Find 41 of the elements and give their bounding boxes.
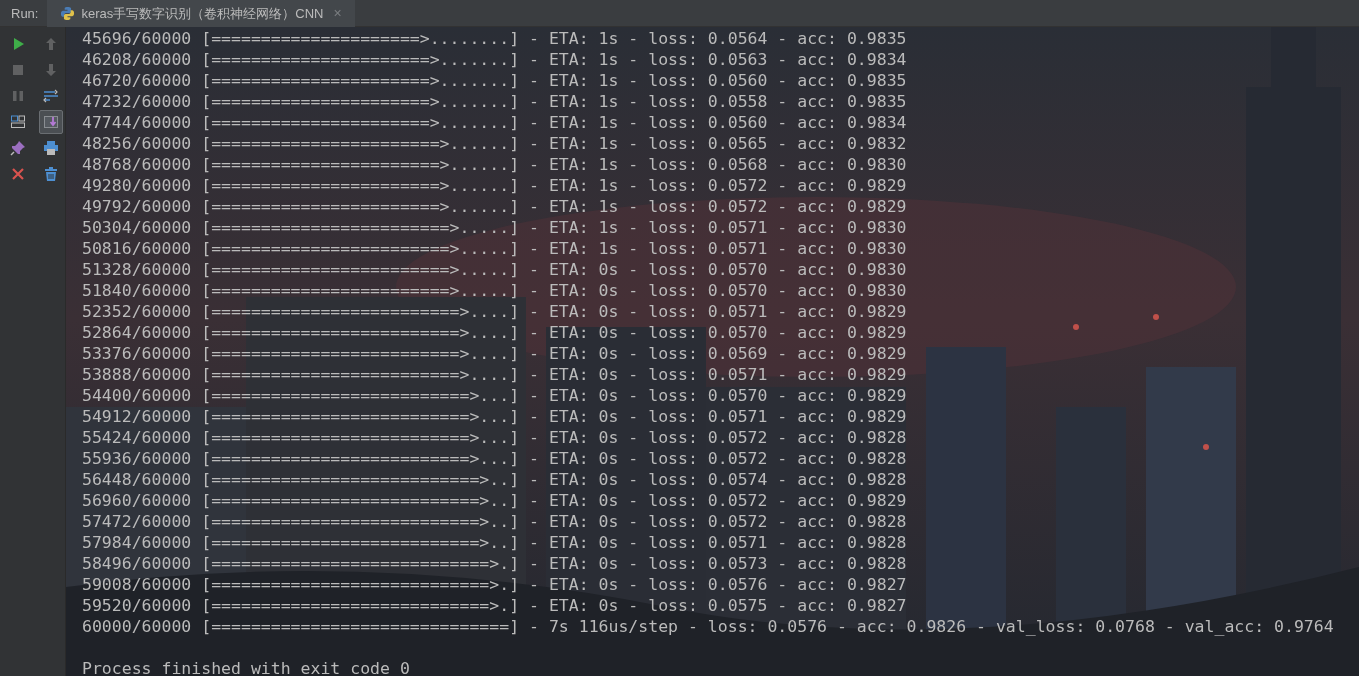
layout-icon[interactable] [10, 114, 26, 130]
console-line: 58496/60000 [============================>.] - ETA: 0s - loss: 0.0573 - acc: 0.9828 [82, 553, 907, 574]
console-line: 52864/60000 [=========================>....] - ETA: 0s - loss: 0.0570 - acc: 0.9829 [82, 322, 907, 343]
console-line: 55936/60000 [==========================>...] - ETA: 0s - loss: 0.0572 - acc: 0.9828 [82, 448, 907, 469]
panel-label: Run: [10, 5, 40, 23]
console-line: 47232/60000 [======================>.......] - ETA: 1s - loss: 0.0558 - acc: 0.9835 [82, 91, 907, 112]
console-line: 48768/60000 [=======================>......] - ETA: 1s - loss: 0.0568 - acc: 0.9830 [82, 154, 907, 175]
exit-message: Process finished with exit code 0 [82, 658, 410, 676]
console-line: 45696/60000 [=====================>........] - ETA: 1s - loss: 0.0564 - acc: 0.9835 [82, 28, 907, 49]
console-line: 59520/60000 [============================>.] - ETA: 0s - loss: 0.0575 - acc: 0.9827 [82, 595, 907, 616]
console-line: 48256/60000 [=======================>......] - ETA: 1s - loss: 0.0565 - acc: 0.9832 [82, 133, 907, 154]
console-line: 51840/60000 [========================>.....] - ETA: 0s - loss: 0.0570 - acc: 0.9830 [82, 280, 907, 301]
console-line: 56960/60000 [===========================>..] - ETA: 0s - loss: 0.0572 - acc: 0.9829 [82, 490, 907, 511]
console-line: 56448/60000 [===========================>..] - ETA: 0s - loss: 0.0574 - acc: 0.9828 [82, 469, 907, 490]
console-line: 49280/60000 [=======================>......] - ETA: 1s - loss: 0.0572 - acc: 0.9829 [82, 175, 907, 196]
console-line: 54400/60000 [==========================>...] - ETA: 0s - loss: 0.0570 - acc: 0.9829 [82, 385, 907, 406]
console-line: 59008/60000 [============================>.] - ETA: 0s - loss: 0.0576 - acc: 0.9827 [82, 574, 907, 595]
tab-title: keras手写数字识别（卷积神经网络）CNN [81, 4, 324, 23]
python-icon [60, 6, 76, 21]
console-line: 57472/60000 [===========================>..] - ETA: 0s - loss: 0.0572 - acc: 0.9828 [82, 511, 907, 532]
console-line: 54912/60000 [==========================>...] - ETA: 0s - loss: 0.0571 - acc: 0.9829 [82, 406, 907, 427]
close-icon[interactable] [10, 166, 26, 182]
console-line: 60000/60000 [==============================] - 7s 116us/step - loss: 0.0576 - acc: 0.9826 - val_loss: 0.0768 - val_acc: 0.9764 [82, 616, 1334, 637]
run-tab[interactable]: keras手写数字识别（卷积神经网络）CNN × [47, 0, 355, 27]
console-line: 46720/60000 [======================>.......] - ETA: 1s - loss: 0.0560 - acc: 0.9835 [82, 70, 907, 91]
pin-icon[interactable] [10, 140, 26, 156]
console-line: 53376/60000 [=========================>....] - ETA: 0s - loss: 0.0569 - acc: 0.9829 [82, 343, 907, 364]
console-line: 46208/60000 [======================>.......] - ETA: 1s - loss: 0.0563 - acc: 0.9834 [82, 49, 907, 70]
console-line: 52352/60000 [=========================>....] - ETA: 0s - loss: 0.0571 - acc: 0.9829 [82, 301, 907, 322]
trash-icon[interactable] [42, 166, 59, 182]
console-line: 50304/60000 [========================>.....] - ETA: 1s - loss: 0.0571 - acc: 0.9830 [82, 217, 907, 238]
scroll-to-end-icon[interactable] [42, 114, 59, 130]
console-line: 49792/60000 [=======================>......] - ETA: 1s - loss: 0.0572 - acc: 0.9829 [82, 196, 907, 217]
console-line: 57984/60000 [===========================>..] - ETA: 0s - loss: 0.0571 - acc: 0.9828 [82, 532, 907, 553]
printer-icon[interactable] [42, 140, 59, 156]
console-line: 47744/60000 [======================>.......] - ETA: 1s - loss: 0.0560 - acc: 0.9834 [82, 112, 907, 133]
console-line: 53888/60000 [=========================>....] - ETA: 0s - loss: 0.0571 - acc: 0.9829 [82, 364, 907, 385]
console-line: 55424/60000 [==========================>...] - ETA: 0s - loss: 0.0572 - acc: 0.9828 [82, 427, 907, 448]
console-line: 50816/60000 [========================>.....] - ETA: 1s - loss: 0.0571 - acc: 0.9830 [82, 238, 907, 259]
soft-wrap-icon[interactable] [42, 88, 59, 104]
console-line: 51328/60000 [========================>.....] - ETA: 0s - loss: 0.0570 - acc: 0.9830 [82, 259, 907, 280]
